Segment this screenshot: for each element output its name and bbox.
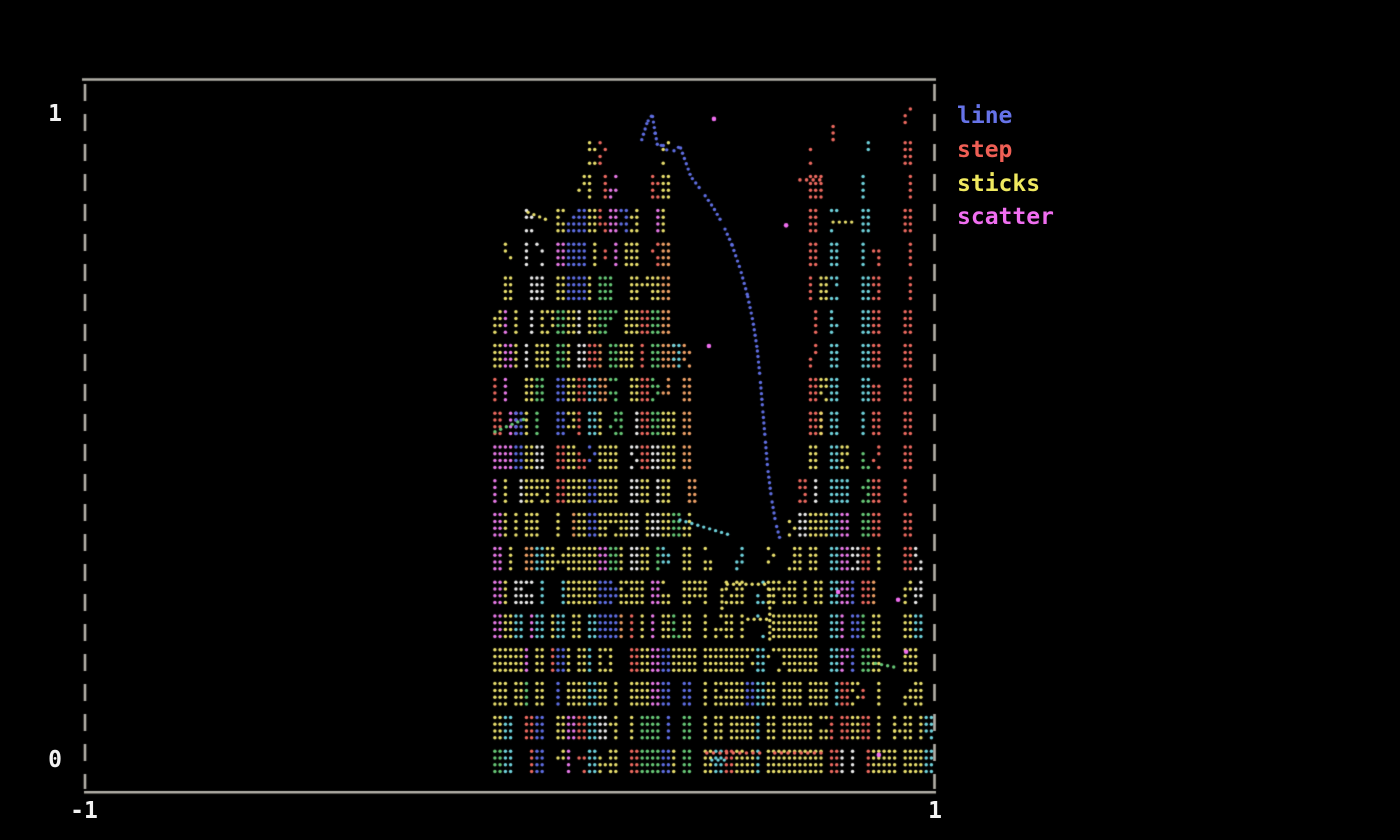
- x-axis-tick-max: 1: [913, 798, 957, 824]
- legend: line step sticks scatter: [957, 100, 1054, 235]
- legend-item-line: line: [957, 100, 1054, 134]
- legend-item-sticks: sticks: [957, 168, 1054, 202]
- terminal-plot-screen: 1 0 -1 1 line step sticks scatter: [0, 0, 1400, 840]
- y-axis-tick-max: 1: [28, 101, 62, 127]
- legend-item-step: step: [957, 134, 1054, 168]
- plot-canvas: [0, 0, 1400, 840]
- y-axis-tick-min: 0: [28, 747, 62, 773]
- x-axis-tick-min: -1: [62, 798, 106, 824]
- legend-item-scatter: scatter: [957, 201, 1054, 235]
